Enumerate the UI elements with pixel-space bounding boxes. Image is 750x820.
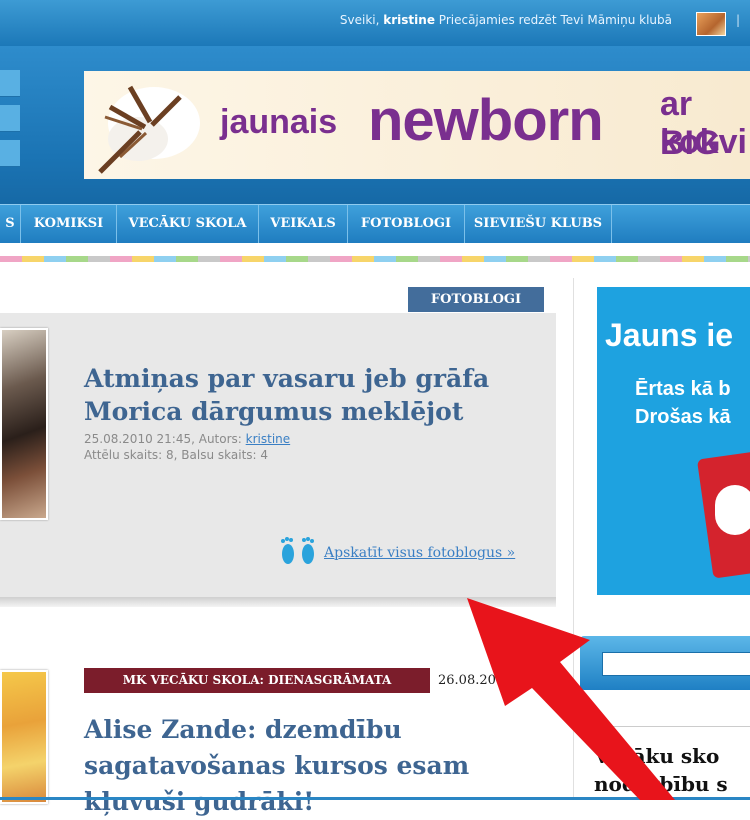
fotoblog-counts: Attēlu skaits: 8, Balsu skaits: 4 <box>84 448 269 462</box>
greeting-suffix: Priecājamies redzēt Tevi Māmiņu klubā <box>438 13 672 27</box>
right-section-heading: Vecāku sko nodarbību s <box>584 740 750 800</box>
nav-item-komiksi[interactable]: KOMIKSI <box>21 205 117 243</box>
article-title[interactable]: Alise Zande: dzemdību sagatavošanas kurs… <box>84 712 524 820</box>
column-divider <box>573 278 574 800</box>
right-ad-line3: Drošas kā <box>635 406 731 428</box>
right-heading-line2: nodarbību s <box>594 772 728 796</box>
fotoblog-photo[interactable] <box>0 328 48 520</box>
fotoblog-author-link[interactable]: kristine <box>246 432 291 446</box>
article-date: 26.08.2010 <box>438 673 513 688</box>
nav-item-partial[interactable]: S <box>0 205 21 243</box>
article-thumbnail[interactable] <box>0 670 48 804</box>
username-link[interactable]: kristine <box>383 13 435 27</box>
search-input[interactable] <box>602 652 750 676</box>
side-tab[interactable] <box>0 140 20 167</box>
decorative-stripe <box>0 256 750 262</box>
fotoblog-title[interactable]: Atmiņas par vasaru jeb grāfa Morica dārg… <box>84 362 524 428</box>
footprints-icon <box>281 537 314 564</box>
fotoblogi-tag[interactable]: FOTOBLOGI <box>408 287 544 312</box>
fotoblog-date: 25.08.2010 21:45, Autors: <box>84 432 242 446</box>
greeting-prefix: Sveiki, <box>339 13 380 27</box>
topbar-separator: | <box>736 13 741 27</box>
header-ad-banner[interactable]: jaunais newborn ar BIG kokvi <box>84 71 750 179</box>
side-tab[interactable] <box>0 70 20 97</box>
main-nav: S KOMIKSI VECĀKU SKOLA VEIKALS FOTOBLOGI… <box>0 204 750 243</box>
card-shadow <box>0 597 556 607</box>
side-tab[interactable] <box>0 105 20 132</box>
right-heading-text[interactable]: Vecāku sko nodarbību s <box>594 742 728 798</box>
banner-word-newborn: newborn <box>368 88 604 153</box>
right-ad-line1: Jauns ie <box>605 317 734 353</box>
side-nav-tabs <box>0 70 20 175</box>
mk-vecaku-skola-tag[interactable]: MK VECĀKU SKOLA: DIENASGRĀMATA <box>84 668 430 693</box>
right-ad-banner[interactable]: Jauns ie Ērtas kā b Drošas kā <box>597 287 750 595</box>
cotton-plant-image <box>98 85 200 174</box>
banner-word-jaunais: jaunais <box>220 103 338 141</box>
search-box <box>580 636 750 690</box>
greeting-text: Sveiki, kristine Priecājamies redzēt Tev… <box>340 13 672 27</box>
nav-item-fotoblogi[interactable]: FOTOBLOGI <box>348 205 465 243</box>
right-heading-line1: Vecāku sko <box>594 744 720 768</box>
nav-item-veikals[interactable]: VEIKALS <box>259 205 348 243</box>
diaper-pack-label <box>715 485 750 535</box>
view-all-fotoblogs-link[interactable]: Apskatīt visus fotoblogus » <box>324 545 515 561</box>
avatar[interactable] <box>696 12 726 36</box>
nav-item-vecaku-skola[interactable]: VECĀKU SKOLA <box>117 205 259 243</box>
top-bar: Sveiki, kristine Priecājamies redzēt Tev… <box>0 0 750 47</box>
fotoblog-meta: 25.08.2010 21:45, Autors: kristine Attēl… <box>84 431 290 463</box>
right-heading-border <box>584 726 750 727</box>
right-ad-line2: Ērtas kā b <box>635 378 731 400</box>
banner-word-kokvi: kokvi <box>660 123 747 161</box>
nav-item-sieviesu-klubs[interactable]: SIEVIEŠU KLUBS <box>465 205 612 243</box>
